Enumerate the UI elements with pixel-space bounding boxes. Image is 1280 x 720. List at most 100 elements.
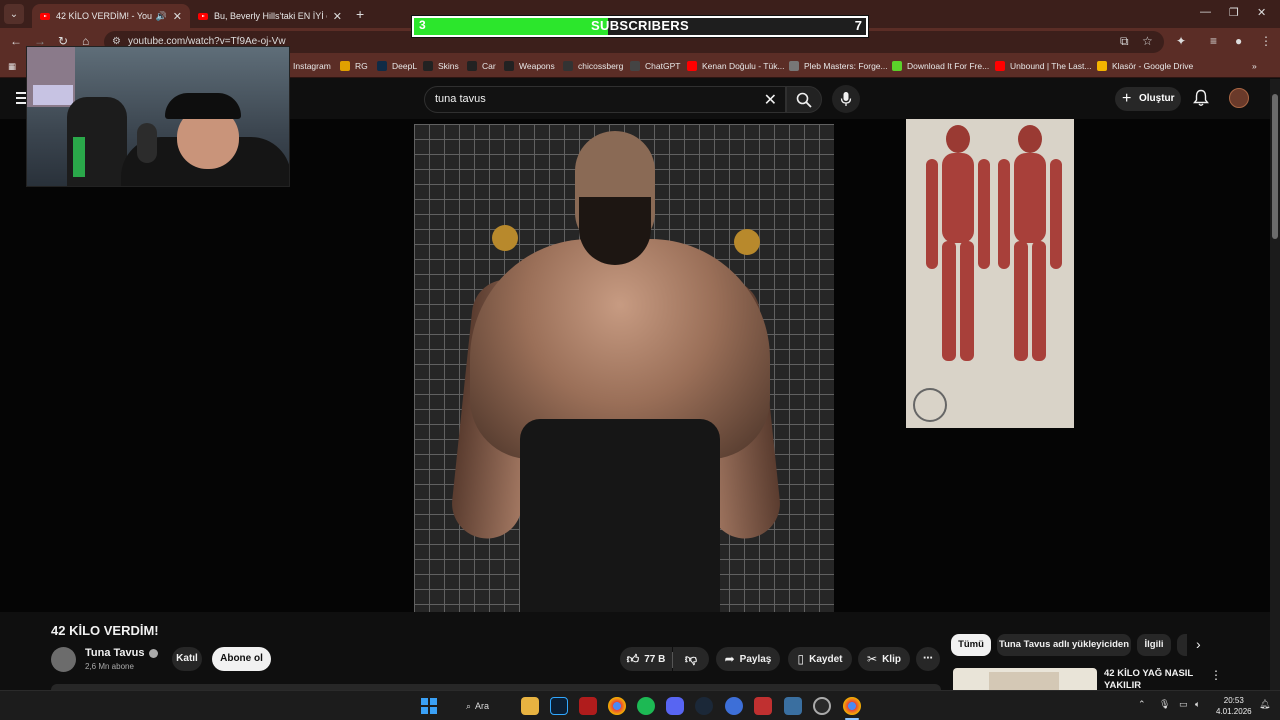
recommended-video-thumbnail[interactable] [953, 668, 1097, 692]
google-drive-icon [1097, 61, 1107, 71]
tab-youtube-video[interactable]: 42 KİLO VERDİM! - YouTube 🔊 ✕ [32, 4, 190, 28]
steam-icon[interactable] [695, 697, 713, 715]
new-tab-icon[interactable]: + [356, 6, 364, 22]
subscribe-button[interactable]: Abone ol [212, 647, 271, 671]
video-info-section: 42 KİLO VERDİM! Tuna Tavus 2,6 Mn abone … [0, 612, 1280, 692]
subscriber-goal-widget: 3 SUBSCRIBERS 7 [411, 15, 869, 38]
bookmark-rg[interactable]: RG [340, 61, 368, 71]
search-query: tuna tavus [435, 93, 486, 105]
chip-from-uploader[interactable]: Tuna Tavus adlı yükleyiciden [997, 634, 1131, 656]
account-avatar[interactable] [1229, 88, 1249, 108]
cast-icon[interactable]: ⧉ [1120, 34, 1129, 49]
minimize-icon[interactable]: — [1200, 6, 1211, 18]
bookmark-download[interactable]: Download It For Fre... [892, 61, 989, 71]
clear-search-icon[interactable]: ✕ [764, 90, 777, 110]
save-button[interactable]: ▯ Kaydet [788, 647, 852, 671]
app-red-icon[interactable] [754, 697, 772, 715]
dislike-button[interactable]: 👎︎ [673, 647, 709, 671]
verified-check-icon [148, 648, 158, 658]
tray-mic-icon[interactable]: 🎙︎ [1159, 699, 1170, 710]
more-dots-icon: ⋯ [923, 653, 933, 664]
discord-icon[interactable] [666, 697, 684, 715]
bookmark-chatgpt[interactable]: ChatGPT [630, 61, 680, 71]
windows-start-icon[interactable] [421, 698, 437, 714]
back-icon[interactable]: ← [10, 34, 22, 48]
media-controls-icon[interactable]: ≡ [1210, 34, 1217, 48]
chip-related[interactable]: İlgili [1137, 634, 1171, 656]
close-tab-icon[interactable]: ✕ [173, 10, 182, 23]
chatgpt-icon [630, 61, 640, 71]
app-c-icon[interactable] [725, 697, 743, 715]
bookmark-deepl[interactable]: DeepL [377, 61, 417, 71]
search-input[interactable]: tuna tavus ✕ [424, 86, 786, 113]
bookmark-star-icon[interactable]: ☆ [1142, 34, 1153, 48]
anatomy-figure-icon [913, 125, 1062, 422]
bookmark-chicossberg[interactable]: chicossberg [563, 61, 623, 71]
restore-icon[interactable]: ❐ [1229, 6, 1239, 19]
tab-beverly-hills[interactable]: Bu, Beverly Hills'taki EN İYİ ev! ✕ [190, 4, 350, 28]
taskbar-search-button[interactable]: ⌕ Ara [460, 696, 504, 716]
like-count: 77 B [644, 654, 666, 665]
page-scrollbar[interactable] [1270, 79, 1280, 690]
bookmark-unbound[interactable]: Unbound | The Last... [995, 61, 1091, 71]
obs-icon[interactable] [813, 697, 831, 715]
taskbar-clock[interactable]: 20:53 4.01.2026 [1216, 695, 1252, 717]
bookmark-weapons[interactable]: Weapons [504, 61, 555, 71]
webcam-streamer [165, 93, 241, 119]
tab-search-button[interactable]: ⌄ [4, 4, 24, 24]
tab-title: Bu, Beverly Hills'taki EN İYİ ev! [214, 11, 327, 21]
create-button[interactable]: + Oluştur [1115, 87, 1181, 111]
chip-more[interactable] [1177, 634, 1187, 656]
bookmark-instagram[interactable]: Instagram [293, 61, 331, 71]
search-button[interactable] [786, 86, 822, 113]
clip-button[interactable]: ✂ Klip [858, 647, 910, 671]
close-window-icon[interactable]: ✕ [1257, 6, 1266, 19]
profile-icon[interactable]: ● [1235, 34, 1242, 48]
bookmark-label: DeepL [392, 61, 418, 71]
chevron-right-icon[interactable]: › [1196, 636, 1201, 652]
notifications-icon[interactable]: 🔔︎ [1259, 699, 1270, 710]
recommended-video-title[interactable]: 42 KİLO YAĞ NASIL YAKILIR @TunaTavus [1104, 668, 1199, 690]
tray-volume-icon[interactable]: 🔈︎ [1195, 699, 1200, 710]
bookmark-pleb-masters[interactable]: Pleb Masters: Forge... [789, 61, 888, 71]
filezilla-icon[interactable] [579, 697, 597, 715]
file-explorer-icon[interactable] [521, 697, 539, 715]
youtube-favicon-icon [198, 12, 208, 20]
chrome-icon[interactable] [608, 697, 626, 715]
tray-network-icon[interactable]: ▭ [1179, 699, 1188, 710]
share-button[interactable]: ➦ Paylaş [716, 647, 780, 671]
video-player[interactable] [0, 119, 1270, 612]
channel-name[interactable]: Tuna Tavus [85, 647, 158, 659]
more-bookmarks-icon[interactable]: » [1252, 61, 1257, 71]
extensions-icon[interactable]: ✦ [1176, 34, 1186, 48]
scrollbar-thumb[interactable] [1272, 94, 1278, 239]
tray-overflow-icon[interactable]: ⌃ [1138, 699, 1146, 710]
chip-all[interactable]: Tümü [951, 634, 991, 656]
bookmark-skins[interactable]: Skins [423, 61, 459, 71]
weapons-icon [504, 61, 514, 71]
chrome-active-icon[interactable] [843, 697, 861, 715]
channel-name-text: Tuna Tavus [85, 647, 145, 659]
spotify-icon[interactable] [637, 697, 655, 715]
apps-grid-icon[interactable]: ▦ [8, 61, 16, 72]
voice-search-button[interactable] [832, 85, 860, 113]
app-blue-icon[interactable] [784, 697, 802, 715]
bookmark-car[interactable]: Car [467, 61, 496, 71]
clock-date: 4.01.2026 [1216, 707, 1252, 716]
photoshop-icon[interactable] [550, 697, 568, 715]
channel-avatar[interactable] [51, 647, 76, 672]
bookmark-google-drive[interactable]: Klasör - Google Drive [1097, 61, 1193, 71]
notifications-bell-icon[interactable] [1193, 89, 1209, 107]
save-label: Kaydet [809, 654, 843, 665]
channel-subscriber-count: 2,6 Mn abone [85, 662, 134, 671]
clip-label: Klip [882, 654, 901, 665]
menu-dots-icon[interactable]: ⋮ [1260, 34, 1272, 48]
join-button[interactable]: Katıl [172, 647, 202, 671]
like-button[interactable]: 👍︎ 77 B [620, 647, 672, 671]
bookmark-kenan-dogulu[interactable]: Kenan Doğulu - Tük... [687, 61, 785, 71]
more-actions-button[interactable]: ⋯ [916, 647, 940, 671]
close-tab-icon[interactable]: ✕ [333, 10, 342, 23]
webcam-poster [33, 85, 73, 105]
speaker-icon[interactable]: 🔊 [156, 11, 167, 22]
more-vert-icon[interactable]: ⋮ [1210, 668, 1222, 682]
